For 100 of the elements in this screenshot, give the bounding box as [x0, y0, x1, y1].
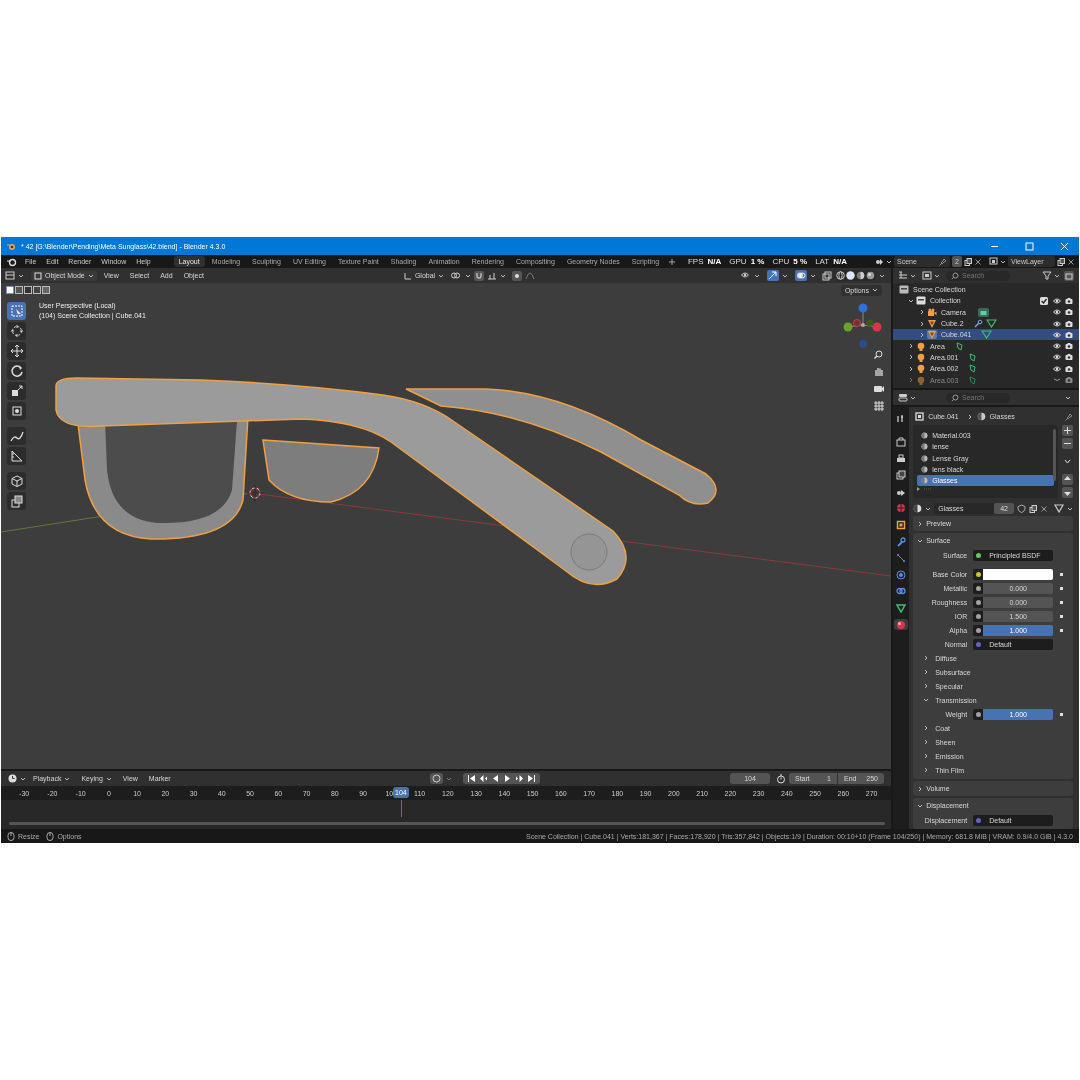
triangle-icon[interactable]	[1054, 504, 1064, 513]
socket-dot[interactable]	[975, 817, 981, 823]
chevron-right-icon[interactable]	[923, 753, 930, 759]
tool-button[interactable]	[7, 492, 26, 510]
chevron-right-icon[interactable]	[923, 739, 930, 745]
grid-icon[interactable]	[873, 400, 885, 412]
play-reverse-icon[interactable]	[490, 774, 500, 783]
socket-dot[interactable]	[975, 641, 981, 647]
visibility-icon[interactable]	[741, 271, 751, 280]
display-mode-icon[interactable]	[922, 271, 932, 280]
fake-user-icon[interactable]	[1017, 504, 1026, 513]
caret-icon[interactable]	[910, 394, 916, 401]
caret-icon[interactable]	[20, 775, 26, 782]
gizmo-icon[interactable]	[767, 270, 779, 281]
tool-button[interactable]	[7, 362, 26, 380]
socket-dot[interactable]	[975, 585, 981, 591]
caret-icon[interactable]	[438, 272, 445, 279]
chevron-right-icon[interactable]	[908, 365, 914, 372]
chevron-down-icon[interactable]	[917, 537, 924, 544]
socket-dot[interactable]	[975, 613, 981, 619]
caret-icon[interactable]	[934, 272, 940, 279]
eye-icon[interactable]	[1053, 330, 1061, 339]
solid-sphere-icon[interactable]	[846, 271, 855, 280]
clock-icon[interactable]	[8, 774, 17, 783]
caret-icon[interactable]	[872, 287, 878, 293]
app-logo-icon[interactable]	[7, 256, 17, 267]
stopwatch-icon[interactable]	[776, 773, 786, 784]
mesh-data-icon[interactable]	[985, 319, 997, 329]
scrollbar[interactable]	[1053, 429, 1056, 481]
jump-start-icon[interactable]	[466, 774, 476, 783]
chevron-right-icon[interactable]	[966, 413, 973, 420]
proportional-icon[interactable]	[512, 270, 523, 281]
camera-icon[interactable]	[1065, 364, 1073, 373]
material-sphere-icon[interactable]	[913, 504, 923, 513]
resize-grip-icon[interactable]	[917, 487, 932, 493]
camera-icon[interactable]	[1065, 353, 1073, 362]
chevron-right-icon[interactable]	[908, 343, 914, 350]
editor-type-icon[interactable]	[898, 271, 908, 280]
pin-icon[interactable]	[939, 257, 947, 266]
close-icon[interactable]	[1040, 504, 1048, 513]
chevron-right-icon[interactable]	[919, 331, 925, 338]
tool-button[interactable]	[7, 427, 26, 445]
material-sphere-icon[interactable]	[856, 271, 865, 280]
tool-button[interactable]	[7, 322, 26, 340]
magnet-icon[interactable]	[474, 270, 485, 281]
zoom-icon[interactable]	[873, 349, 885, 361]
camera-icon[interactable]	[1065, 342, 1073, 351]
editor-type-icon[interactable]	[5, 271, 15, 280]
pivot-icon[interactable]	[450, 271, 463, 280]
select-new-icon[interactable]	[6, 286, 14, 294]
tool-button[interactable]	[7, 382, 26, 400]
chevron-right-icon[interactable]	[919, 320, 925, 327]
copy-icon[interactable]	[1057, 257, 1065, 266]
close-icon[interactable]	[973, 257, 982, 266]
tool-button[interactable]	[7, 342, 26, 360]
chevron-right-icon[interactable]	[917, 520, 924, 527]
chevron-right-icon[interactable]	[923, 683, 930, 689]
mesh-data-icon[interactable]	[981, 330, 993, 340]
socket-dot[interactable]	[975, 627, 981, 633]
camera-icon[interactable]	[1065, 319, 1073, 328]
copy-icon[interactable]	[963, 257, 972, 266]
scrollbar[interactable]	[9, 822, 885, 825]
caret-icon[interactable]	[87, 272, 94, 279]
chevron-right-icon[interactable]	[919, 309, 925, 316]
tool-button[interactable]	[7, 402, 26, 420]
wireframe-sphere-icon[interactable]	[836, 271, 845, 280]
socket-dot[interactable]	[975, 599, 981, 605]
camera-icon[interactable]	[1065, 330, 1073, 339]
eye-icon[interactable]	[1053, 342, 1061, 351]
properties-editor-icon[interactable]	[898, 393, 908, 402]
eye-closed-icon[interactable]	[1053, 376, 1061, 384]
chevron-down-icon[interactable]	[917, 802, 924, 809]
maximize-icon[interactable]	[1025, 241, 1034, 251]
socket-dot[interactable]	[975, 711, 981, 717]
select-intersect-icon[interactable]	[42, 286, 50, 294]
caret-icon[interactable]	[754, 272, 760, 279]
select-extend-icon[interactable]	[15, 286, 23, 294]
camera-data-icon[interactable]	[977, 307, 989, 317]
chevron-right-icon[interactable]	[923, 725, 930, 731]
eye-icon[interactable]	[1053, 296, 1061, 305]
prev-key-icon[interactable]	[478, 774, 488, 783]
camera-icon[interactable]	[1065, 296, 1073, 305]
camera-icon[interactable]	[873, 383, 885, 395]
rendered-sphere-icon[interactable]	[866, 271, 875, 280]
caret-icon[interactable]	[1054, 272, 1060, 279]
overlays-icon[interactable]	[795, 270, 807, 281]
caret-icon[interactable]	[465, 272, 472, 279]
camera-icon[interactable]	[1065, 308, 1073, 317]
tool-button[interactable]	[7, 472, 26, 490]
tool-button[interactable]	[7, 447, 26, 465]
caret-icon[interactable]	[782, 272, 788, 279]
select-subtract-icon[interactable]	[24, 286, 32, 294]
checkbox[interactable]	[1040, 296, 1048, 305]
caret-icon[interactable]	[1065, 394, 1071, 401]
pin-icon[interactable]	[1065, 412, 1073, 421]
socket-dot[interactable]	[975, 571, 981, 577]
next-key-icon[interactable]	[514, 774, 524, 783]
chevron-right-icon[interactable]	[917, 785, 924, 792]
snap-icon[interactable]	[487, 271, 498, 280]
light-data-icon[interactable]	[954, 341, 966, 351]
